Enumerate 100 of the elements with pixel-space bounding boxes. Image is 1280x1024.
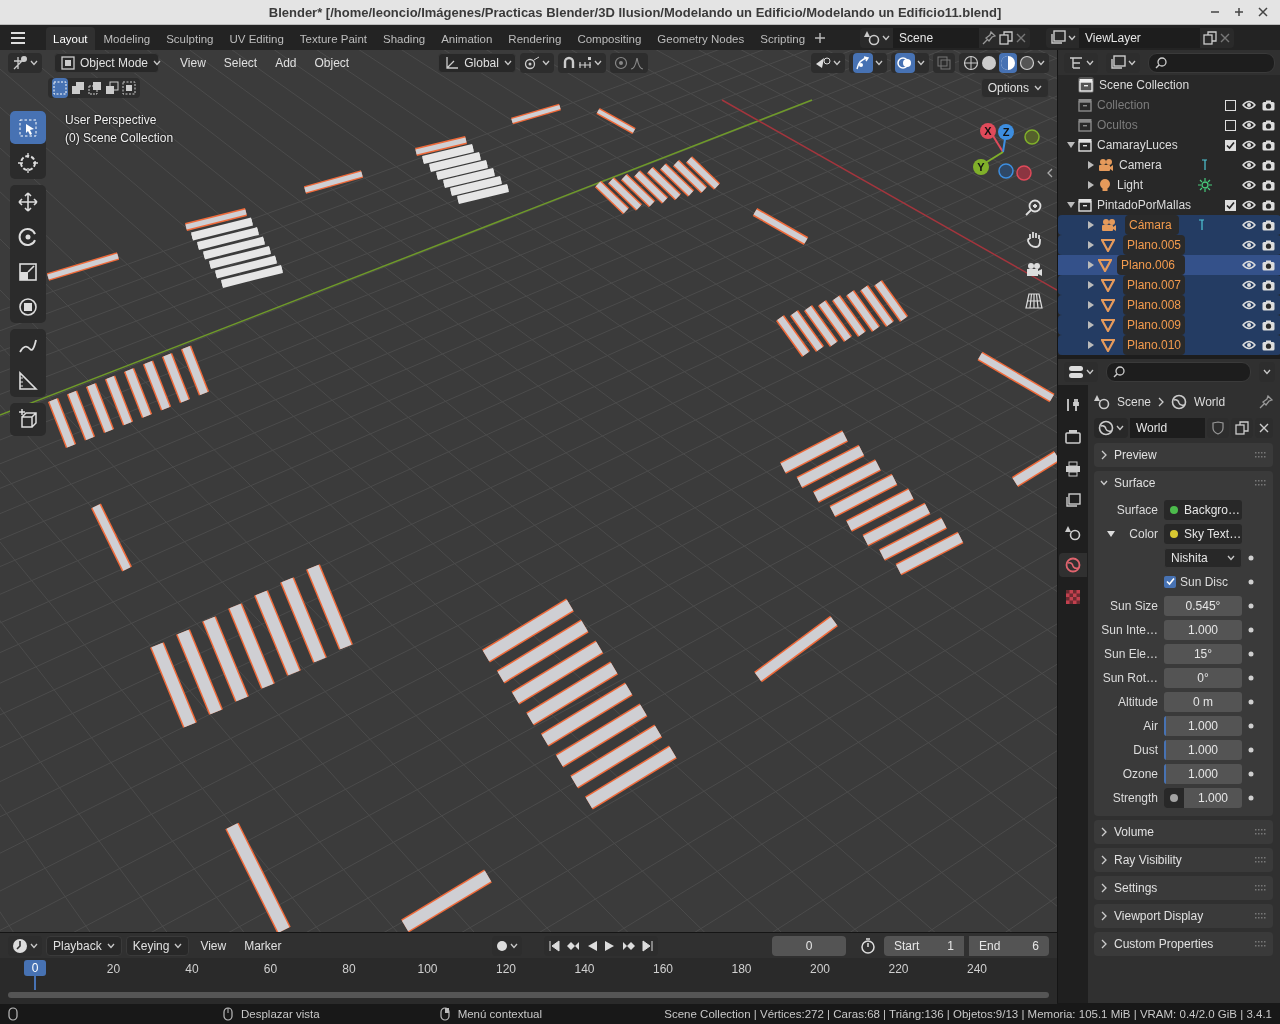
panel-header[interactable]: Custom Properties — [1094, 932, 1273, 956]
property-label: Color — [1129, 526, 1158, 541]
view-layer-name-field[interactable]: ViewLayer — [1079, 27, 1201, 48]
frame-number: 80 — [342, 962, 356, 976]
workspace-tab[interactable]: Geometry Nodes — [650, 27, 752, 50]
outliner-row[interactable]: Plano.005 — [1058, 235, 1280, 255]
object-name[interactable]: Plano.008 — [1123, 295, 1186, 315]
number-field[interactable]: 15° — [1164, 643, 1242, 664]
orientation-dropdown[interactable]: Global — [438, 52, 517, 73]
workspace-tab[interactable]: Animation — [434, 27, 500, 50]
outliner-row[interactable]: Plano.008 — [1058, 295, 1280, 315]
outliner-row[interactable]: Cámara — [1058, 215, 1280, 235]
number-field[interactable]: 1.000 — [1164, 619, 1242, 640]
object-name[interactable]: Light — [1117, 178, 1185, 192]
number-field[interactable]: 0.545° — [1164, 595, 1242, 616]
world-name-field[interactable]: World — [1130, 418, 1205, 438]
workspace-tab[interactable]: UV Editing — [222, 27, 291, 50]
property-label: Sun Rot… — [1102, 670, 1158, 685]
panel-header[interactable]: Surface — [1094, 471, 1273, 495]
current-frame-field[interactable]: 0 — [772, 935, 846, 956]
object-name[interactable]: Plano.010 — [1123, 335, 1186, 355]
workspace-tab[interactable]: Shading — [376, 27, 433, 50]
window-title: Blender* [/home/leoncio/Imágenes/Practicas Blender/3D Ilusion/Modelando un Edificio/Modelando un Edificio11.blend] — [267, 4, 1003, 20]
start-frame-field[interactable]: Start 1 — [884, 935, 964, 956]
property-label: Strength — [1112, 790, 1158, 805]
collection-name[interactable]: Ocultos — [1097, 118, 1185, 132]
collection-context-text: (0) Scene Collection — [65, 130, 174, 147]
property-label: Sun Size — [1109, 598, 1158, 613]
number-field[interactable]: 0 m — [1164, 691, 1242, 712]
panel-header[interactable]: Ray Visibility — [1094, 848, 1273, 872]
outliner-row[interactable]: Plano.007 — [1058, 275, 1280, 295]
property-label: Ozone — [1122, 766, 1158, 781]
frame-number: 220 — [888, 962, 909, 976]
number-field[interactable]: 1.000 — [1164, 787, 1242, 808]
object-name[interactable]: Cámara — [1125, 215, 1179, 235]
collection-name[interactable]: CamarayLuces — [1097, 138, 1185, 152]
frame-number: 20 — [106, 962, 121, 976]
panel-title[interactable]: Viewport Display — [1114, 909, 1249, 923]
panel-title[interactable]: Volume — [1114, 825, 1249, 839]
view-name-text: User Perspective — [65, 112, 158, 129]
end-frame-field[interactable]: End 6 — [969, 935, 1049, 956]
outliner-row[interactable]: Light — [1058, 175, 1280, 195]
object-name[interactable]: Camera — [1119, 158, 1185, 172]
menu-item[interactable]: View — [173, 52, 213, 73]
frame-number: 100 — [417, 962, 438, 976]
workspace-tab[interactable]: Modeling — [96, 27, 158, 50]
collection-name[interactable]: Collection — [1097, 98, 1185, 112]
menu-item[interactable]: View — [193, 935, 234, 956]
workspace-tab[interactable]: Compositing — [570, 27, 649, 50]
breadcrumb-item[interactable]: Scene — [1117, 395, 1152, 409]
workspace-tab[interactable]: Rendering — [501, 27, 569, 50]
mode-dropdown[interactable]: Object Mode — [54, 52, 159, 73]
menu-item[interactable]: Select — [216, 52, 265, 73]
node-socket-field[interactable]: Backgro… — [1164, 499, 1242, 520]
outliner-row[interactable]: Plano.010 — [1058, 335, 1280, 355]
panel-header[interactable]: Preview — [1094, 443, 1273, 467]
object-name[interactable]: Plano.009 — [1123, 315, 1186, 335]
scene-statistics: Scene Collection | Vértices:272 | Caras:68 | Triáng:136 | Objetos:9/13 | Memoria: 105.1 MiB | VRAM: 0.4/2.0 GiB | 3.4.1 — [664, 1007, 1272, 1020]
dropdown[interactable]: Nishita — [1164, 547, 1242, 568]
workspace-tab[interactable]: Sculpting — [159, 27, 221, 50]
collection-name[interactable]: PintadoPorMallas — [1097, 198, 1192, 212]
checkbox-label[interactable]: Sun Disc — [1180, 574, 1229, 589]
object-name[interactable]: Plano.007 — [1123, 275, 1186, 295]
node-socket-field[interactable]: Sky Text… — [1164, 523, 1242, 544]
property-label: Altitude — [1117, 694, 1158, 709]
menu-dropdown[interactable]: Keying — [125, 935, 190, 956]
frame-number: 60 — [263, 962, 278, 976]
panel-title[interactable]: Ray Visibility — [1114, 853, 1249, 867]
slider-field[interactable]: 1.000 — [1164, 715, 1242, 736]
frame-number: 240 — [967, 962, 987, 976]
breadcrumb-item[interactable]: World — [1194, 395, 1252, 409]
object-name[interactable]: Plano.006 — [1117, 255, 1185, 275]
panel-header[interactable]: Volume — [1094, 820, 1273, 844]
property-label: Surface — [1116, 502, 1158, 517]
panel-title[interactable]: Custom Properties — [1114, 937, 1249, 951]
panel-title[interactable]: Surface — [1114, 476, 1249, 490]
menu-dropdown[interactable]: Playback — [46, 935, 122, 956]
playhead-frame[interactable]: 0 — [24, 960, 46, 976]
workspace-tab[interactable]: Layout — [46, 27, 95, 50]
scene-name-field[interactable]: Scene — [893, 27, 980, 48]
workspace-tab[interactable]: Scripting — [753, 27, 813, 50]
outliner-row[interactable]: Camera — [1058, 155, 1280, 175]
object-name[interactable]: Plano.005 — [1123, 235, 1186, 255]
panel-header[interactable]: Viewport Display — [1094, 904, 1273, 928]
menu-item[interactable]: Marker — [237, 935, 289, 956]
panel-title[interactable]: Preview — [1114, 448, 1249, 462]
slider-field[interactable]: 1.000 — [1164, 763, 1242, 784]
property-label: Sun Inte… — [1101, 622, 1158, 637]
collection-name[interactable]: Scene Collection — [1099, 78, 1275, 92]
frame-number: 180 — [731, 962, 752, 976]
outliner-row[interactable]: Plano.009 — [1058, 315, 1280, 335]
workspace-tab[interactable]: Texture Paint — [292, 27, 374, 50]
frame-number: 40 — [185, 962, 199, 976]
slider-field[interactable]: 1.000 — [1164, 739, 1242, 760]
menu-item[interactable]: Add — [268, 52, 304, 73]
menu-item[interactable]: Object — [307, 52, 357, 73]
outliner-row[interactable]: Plano.006 — [1058, 255, 1280, 275]
panel-header[interactable]: Settings — [1094, 876, 1273, 900]
panel-title[interactable]: Settings — [1114, 881, 1249, 895]
number-field[interactable]: 0° — [1164, 667, 1242, 688]
